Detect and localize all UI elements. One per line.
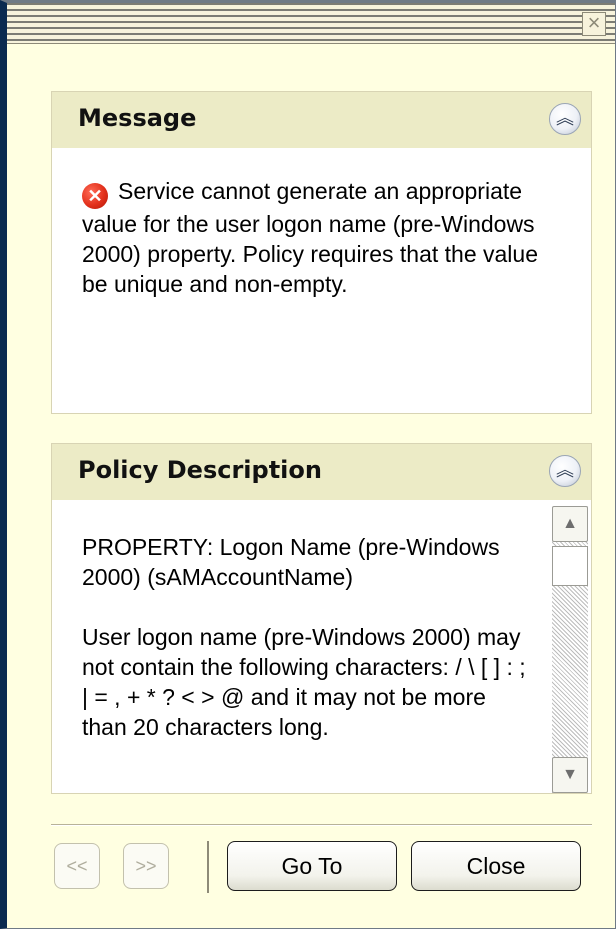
button-separator xyxy=(207,841,209,893)
message-panel-header[interactable]: Message ︽ xyxy=(52,92,591,148)
collapse-icon[interactable]: ︽ xyxy=(549,455,581,487)
previous-button[interactable]: << xyxy=(54,843,100,889)
title-bar[interactable]: × xyxy=(7,3,615,44)
message-panel-title: Message xyxy=(78,104,197,132)
error-icon: ✕ xyxy=(82,183,108,209)
footer-divider xyxy=(51,824,592,826)
policy-body: PROPERTY: Logon Name (pre-Windows 2000) … xyxy=(52,500,591,793)
policy-panel: Policy Description ︽ PROPERTY: Logon Nam… xyxy=(51,443,592,794)
close-icon[interactable]: × xyxy=(582,12,606,36)
message-text: Service cannot generate an appropriate v… xyxy=(82,178,538,297)
policy-panel-header[interactable]: Policy Description ︽ xyxy=(52,444,591,500)
policy-popup-window: × Message ︽ ✕ Service cannot generate an … xyxy=(0,0,616,929)
goto-button[interactable]: Go To xyxy=(227,841,397,891)
policy-property-line: PROPERTY: Logon Name (pre-Windows 2000) … xyxy=(82,534,500,590)
close-button[interactable]: Close xyxy=(411,841,581,891)
policy-rule-line: User logon name (pre-Windows 2000) may n… xyxy=(82,624,526,740)
next-button[interactable]: >> xyxy=(123,843,169,889)
collapse-icon[interactable]: ︽ xyxy=(549,103,581,135)
scrollbar-thumb[interactable] xyxy=(552,546,588,586)
policy-text: PROPERTY: Logon Name (pre-Windows 2000) … xyxy=(82,532,527,772)
message-body: ✕ Service cannot generate an appropriate … xyxy=(52,148,591,299)
policy-scrollbar[interactable]: ▲ ▼ xyxy=(552,506,588,793)
policy-panel-title: Policy Description xyxy=(78,456,322,484)
scroll-down-icon[interactable]: ▼ xyxy=(552,757,588,793)
message-panel: Message ︽ ✕ Service cannot generate an ap… xyxy=(51,91,592,414)
scroll-up-icon[interactable]: ▲ xyxy=(552,506,588,542)
